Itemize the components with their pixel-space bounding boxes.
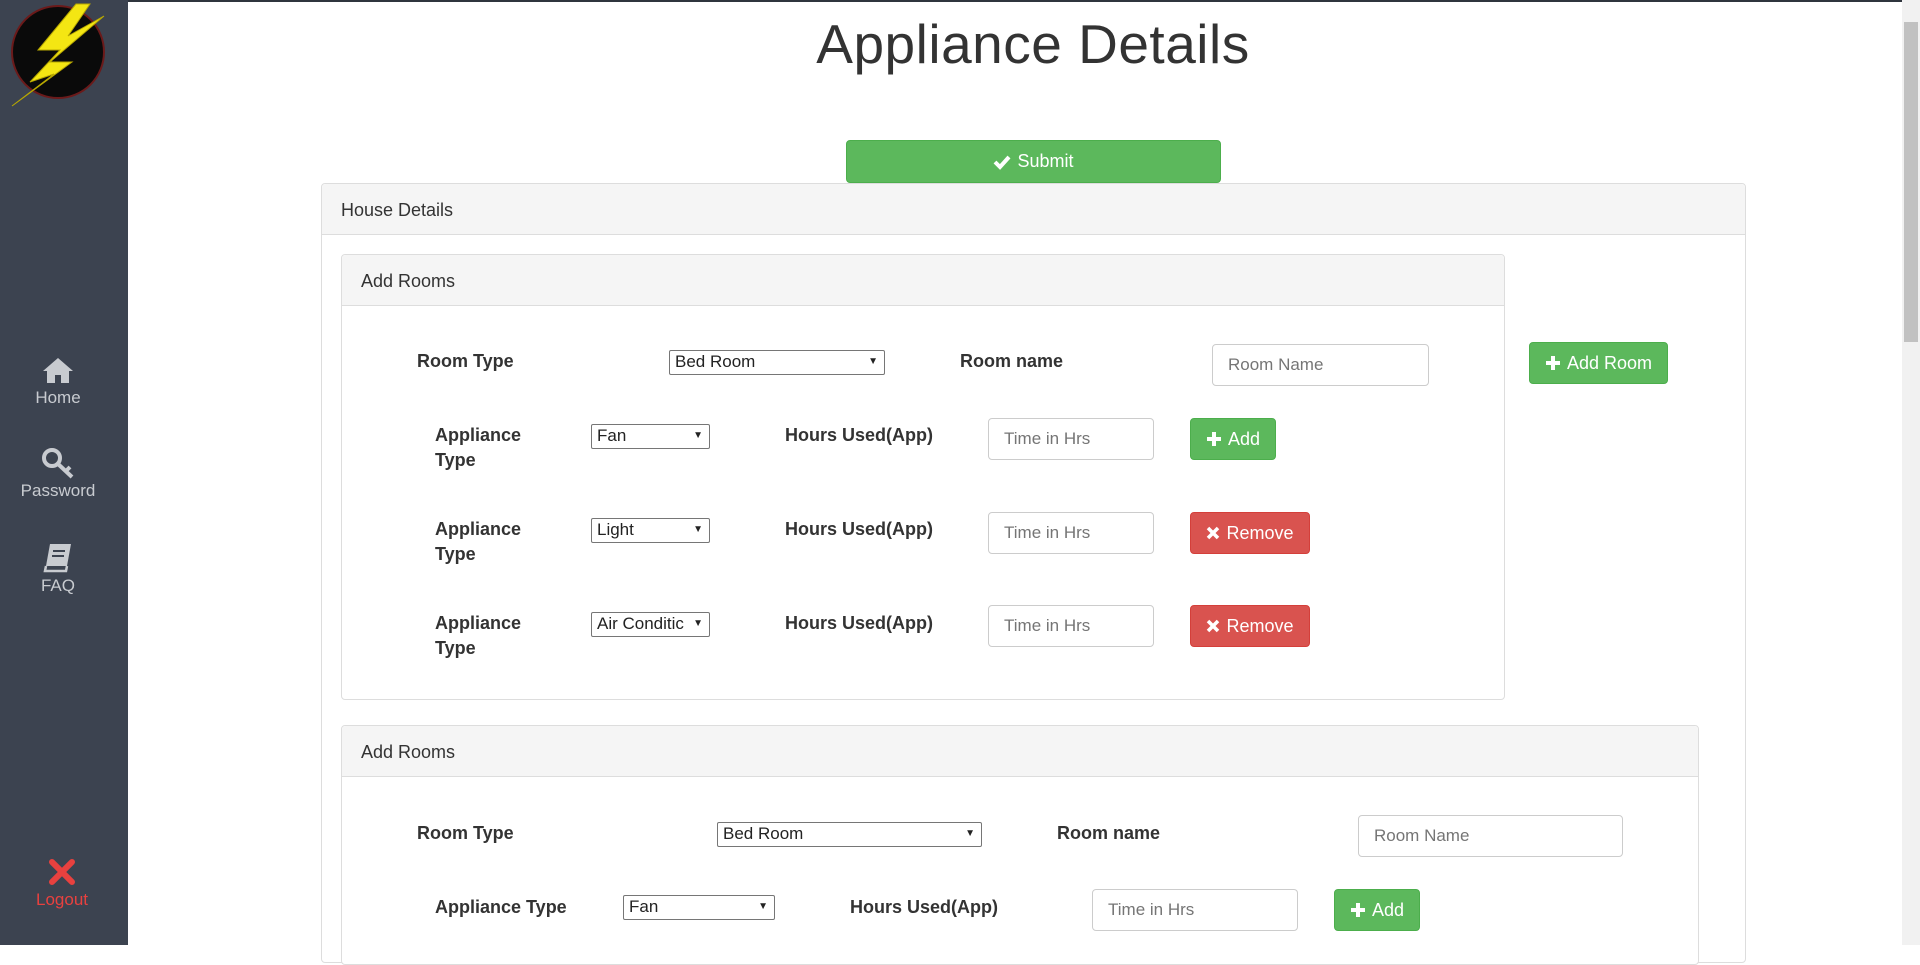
check-icon <box>994 155 1011 170</box>
room-name-input[interactable] <box>1358 815 1623 857</box>
submit-button[interactable]: Submit <box>846 140 1221 183</box>
appliance-type-value: Air Conditic <box>597 614 684 633</box>
book-icon <box>0 541 116 575</box>
appliance-type-select[interactable]: Fan ▼ <box>623 895 775 920</box>
hours-used-label: Hours Used(App) <box>785 613 933 633</box>
add-room-button[interactable]: Add Room <box>1529 342 1668 384</box>
plus-icon <box>1350 903 1365 917</box>
room-name-input[interactable] <box>1212 344 1429 386</box>
appliance-type-value: Fan <box>629 897 659 916</box>
nav-password-label: Password <box>20 481 96 500</box>
hours-used-label: Hours Used(App) <box>850 897 998 917</box>
room-type-value: Bed Room <box>675 352 756 371</box>
home-icon <box>0 353 116 387</box>
room-type-label: Room Type <box>417 823 514 843</box>
hours-input[interactable] <box>988 605 1154 647</box>
scrollbar-thumb[interactable] <box>1904 22 1918 342</box>
nav-password[interactable]: Password <box>0 446 116 501</box>
chevron-down-icon: ▼ <box>693 430 703 441</box>
nav-home-label: Home <box>35 388 81 407</box>
top-border <box>0 0 1920 2</box>
chevron-down-icon: ▼ <box>868 356 878 367</box>
appliance-type-label: Appliance Type <box>435 519 522 564</box>
chevron-down-icon: ▼ <box>965 828 975 839</box>
room-type-select[interactable]: Bed Room ▼ <box>717 822 982 847</box>
close-icon <box>1207 619 1220 633</box>
page-title: Appliance Details <box>816 13 1250 75</box>
submit-label: Submit <box>1017 151 1074 171</box>
close-icon <box>1207 526 1220 540</box>
add-room-label: Add Room <box>1566 352 1653 373</box>
room-panel-heading: Add Rooms <box>342 726 1698 777</box>
appliance-type-label: Appliance Type <box>435 613 522 658</box>
add-appliance-label: Add <box>1227 428 1261 449</box>
hours-used-label: Hours Used(App) <box>785 519 933 539</box>
room-type-select[interactable]: Bed Room ▼ <box>669 350 885 375</box>
nav-home[interactable]: Home <box>0 353 116 408</box>
chevron-down-icon: ▼ <box>693 618 703 629</box>
appliance-type-label: Appliance Type <box>435 425 522 470</box>
room-panel-heading: Add Rooms <box>342 255 1504 306</box>
lightning-logo <box>8 2 112 108</box>
room-type-value: Bed Room <box>723 824 804 843</box>
appliance-type-label: Appliance Type <box>435 897 567 917</box>
key-icon <box>0 446 116 480</box>
appliance-type-value: Fan <box>597 426 627 445</box>
nav-logout-label: Logout <box>36 890 88 909</box>
plus-icon <box>1545 356 1560 370</box>
close-icon <box>4 855 120 889</box>
room-type-label: Room Type <box>417 351 514 371</box>
appliance-type-value: Light <box>597 520 634 539</box>
hours-input[interactable] <box>988 512 1154 554</box>
hours-used-label: Hours Used(App) <box>785 425 933 445</box>
remove-appliance-button[interactable]: Remove <box>1190 512 1310 554</box>
appliance-type-select[interactable]: Light ▼ <box>591 518 710 543</box>
house-details-heading: House Details <box>322 184 1745 235</box>
remove-appliance-label: Remove <box>1226 522 1294 543</box>
chevron-down-icon: ▼ <box>758 901 768 912</box>
appliance-type-select[interactable]: Fan ▼ <box>591 424 710 449</box>
plus-icon <box>1206 432 1221 446</box>
nav-faq[interactable]: FAQ <box>0 541 116 596</box>
appliance-type-select[interactable]: Air Conditic ▼ <box>591 612 710 637</box>
sidebar: Home Password FAQ Logout <box>0 0 128 945</box>
nav-logout[interactable]: Logout <box>4 855 120 910</box>
add-appliance-button[interactable]: Add <box>1190 418 1276 460</box>
room-name-label: Room name <box>960 351 1064 371</box>
remove-appliance-button[interactable]: Remove <box>1190 605 1310 647</box>
add-appliance-label: Add <box>1371 899 1405 920</box>
add-appliance-button[interactable]: Add <box>1334 889 1420 931</box>
hours-input[interactable] <box>988 418 1154 460</box>
chevron-down-icon: ▼ <box>693 524 703 535</box>
remove-appliance-label: Remove <box>1226 615 1294 636</box>
room-name-label: Room name <box>1057 823 1161 843</box>
hours-input[interactable] <box>1092 889 1298 931</box>
nav-faq-label: FAQ <box>40 576 75 595</box>
